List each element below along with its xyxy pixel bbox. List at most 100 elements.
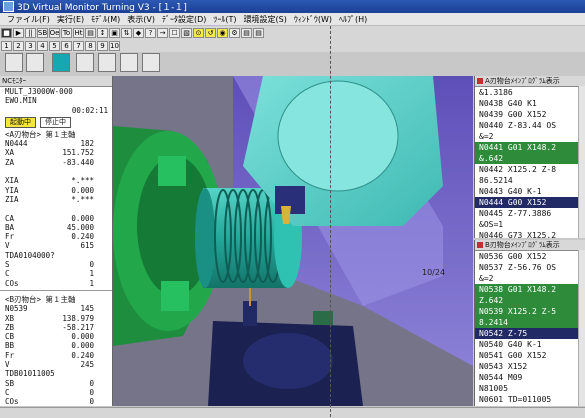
- program-line[interactable]: N0539 X125.2 Z-5: [475, 306, 585, 317]
- menu-item-1[interactable]: 実行(E): [57, 14, 84, 25]
- menu-item-8[interactable]: ﾍﾙﾌﾟ(H): [339, 14, 367, 25]
- toolbar-main-button-14[interactable]: ☐: [169, 28, 180, 38]
- program-line[interactable]: N0443 G40 K-1: [475, 186, 585, 197]
- program-line[interactable]: &=2: [475, 131, 585, 142]
- view-button-1[interactable]: [5, 53, 23, 72]
- toolbar-main-button-5[interactable]: To: [61, 28, 72, 38]
- axis-value: 0.000: [71, 341, 94, 351]
- program-line[interactable]: &OS=1: [475, 219, 585, 230]
- toolbar-secondary-button-3[interactable]: 4: [37, 41, 48, 51]
- view-button-3[interactable]: [76, 53, 94, 72]
- program-line[interactable]: N0544 M09: [475, 372, 585, 383]
- turret-a-label: <A刃物台> 第１主軸: [0, 130, 112, 139]
- menu-item-0[interactable]: ファイル(F): [7, 14, 50, 25]
- program-line[interactable]: &=2: [475, 273, 585, 284]
- program-line[interactable]: 8.2414: [475, 317, 585, 328]
- toolbar-main-button-4[interactable]: Oe: [49, 28, 60, 38]
- toolbar-secondary-button-0[interactable]: 1: [1, 41, 12, 51]
- app-icon: [3, 1, 14, 12]
- toolbar-main-button-11[interactable]: ◆: [133, 28, 144, 38]
- axis-value: 0: [89, 260, 94, 270]
- program-line[interactable]: N0540 G40 K-1: [475, 339, 585, 350]
- toolbar-secondary-button-4[interactable]: 5: [49, 41, 60, 51]
- axis-label: Fr: [5, 232, 15, 242]
- program-line[interactable]: N0440 Z-83.44 OS: [475, 120, 585, 131]
- program-line[interactable]: &.642: [475, 153, 585, 164]
- program-line[interactable]: &1.3186: [475, 87, 585, 98]
- toolbar-secondary-button-8[interactable]: 9: [97, 41, 108, 51]
- lower-turret-face: [243, 333, 333, 389]
- program-line[interactable]: N0543 X152: [475, 361, 585, 372]
- menu-item-4[interactable]: ﾃﾞｰﾀ設定(D): [162, 14, 206, 25]
- program-line[interactable]: N0538 G01 X148.2: [475, 284, 585, 295]
- program-line[interactable]: N0601 TD=011005: [475, 394, 585, 405]
- program-line[interactable]: N0602 G98 G97: [475, 405, 585, 406]
- toolbar-main-button-10[interactable]: ⇅: [121, 28, 132, 38]
- program-line[interactable]: N0537 Z-56.76 OS: [475, 262, 585, 273]
- program-line[interactable]: N0446 G73 X125.2: [475, 230, 585, 238]
- toolbar-main-button-6[interactable]: Ht: [73, 28, 84, 38]
- status-bar: [0, 407, 585, 418]
- toolbar-main-button-19[interactable]: ⚙: [229, 28, 240, 38]
- axis-label: [5, 204, 29, 213]
- program-b-scrollbar[interactable]: [578, 250, 585, 406]
- program-line[interactable]: N0542 Z-75: [475, 328, 585, 339]
- toolbar-main-button-20[interactable]: ▤: [241, 28, 252, 38]
- toolbar-main-button-2[interactable]: ||: [25, 28, 36, 38]
- title-bar: 3D Virtual Monitor Turning V3 - [１-１]: [0, 0, 585, 13]
- 3d-viewport[interactable]: 10/24: [113, 76, 473, 406]
- program-line[interactable]: N0541 G00 X152: [475, 350, 585, 361]
- toolbar-main-button-3[interactable]: SB: [37, 28, 48, 38]
- menu-item-6[interactable]: 環境設定(S): [244, 14, 287, 25]
- turret_a-axis-row: XA 151.752: [0, 148, 112, 157]
- menu-item-7[interactable]: ｳｨﾝﾄﾞｳ(W): [294, 14, 332, 25]
- tool-view-button[interactable]: [52, 53, 70, 72]
- toolbar-secondary-button-5[interactable]: 6: [61, 41, 72, 51]
- program-line[interactable]: Z.642: [475, 295, 585, 306]
- turret_b-axis-row: SB 0: [0, 379, 112, 388]
- view-button-6[interactable]: [142, 53, 160, 72]
- menu-item-2[interactable]: ﾓﾃﾞﾙ(M): [91, 14, 120, 25]
- toolbar-main-button-13[interactable]: →: [157, 28, 168, 38]
- program-line[interactable]: N0439 G00 X152: [475, 109, 585, 120]
- toolbar-secondary-button-7[interactable]: 8: [85, 41, 96, 51]
- toolbar-main-button-18[interactable]: ◉: [217, 28, 228, 38]
- program-a-scrollbar[interactable]: [578, 86, 585, 238]
- turret_b-axis-row: BB 0.000: [0, 341, 112, 350]
- nc-monitor-panel: NCﾓﾆﾀｰ MULT_J3000W-000 EWO.MIN 00:02:11 …: [0, 76, 113, 406]
- toolbar-main-button-9[interactable]: ▣: [109, 28, 120, 38]
- axis-label: SB: [5, 378, 15, 388]
- view-button-5[interactable]: [120, 53, 138, 72]
- toolbar-main-button-8[interactable]: ↕: [97, 28, 108, 38]
- window-title: 3D Virtual Monitor Turning V3 - [１-１]: [17, 3, 187, 13]
- toolbar-secondary-button-1[interactable]: 2: [13, 41, 24, 51]
- axis-label: XB: [5, 313, 15, 323]
- toolbar-main-button-0[interactable]: ■: [1, 28, 12, 38]
- program-name-text: MULT_J3000W-000: [5, 87, 73, 96]
- axis-value: 138.979: [62, 313, 94, 323]
- toolbar-main-button-15[interactable]: ▧: [181, 28, 192, 38]
- axis-value: 151.752: [62, 148, 94, 158]
- program-line[interactable]: N0444 G00 X152: [475, 197, 585, 208]
- toolbar-main-button-17[interactable]: ↺: [205, 28, 216, 38]
- toolbar-main-button-16[interactable]: ⊙: [193, 28, 204, 38]
- toolbar-secondary-button-6[interactable]: 7: [73, 41, 84, 51]
- toolbar-secondary-button-9[interactable]: 10: [109, 41, 120, 51]
- menu-item-3[interactable]: 表示(V): [127, 14, 155, 25]
- turret_a-axis-row: XIA *.***: [0, 176, 112, 185]
- program-line[interactable]: N0441 G01 X148.2: [475, 142, 585, 153]
- view-button-2[interactable]: [26, 53, 44, 72]
- menu-item-5[interactable]: ﾂｰﾙ(T): [213, 14, 236, 25]
- program-line[interactable]: N0536 G00 X152: [475, 251, 585, 262]
- program-line[interactable]: 86.5214: [475, 175, 585, 186]
- toolbar-main-button-12[interactable]: ?: [145, 28, 156, 38]
- program-line[interactable]: N81005: [475, 383, 585, 394]
- toolbar-main-button-21[interactable]: ▤: [253, 28, 264, 38]
- toolbar-main-button-1[interactable]: ▶: [13, 28, 24, 38]
- program-line[interactable]: N0442 X125.2 Z-8: [475, 164, 585, 175]
- program-line[interactable]: N0438 G40 K1: [475, 98, 585, 109]
- toolbar-main-button-7[interactable]: ▤: [85, 28, 96, 38]
- toolbar-secondary-button-2[interactable]: 3: [25, 41, 36, 51]
- program-line[interactable]: N0445 Z-77.3886: [475, 208, 585, 219]
- view-button-4[interactable]: [98, 53, 116, 72]
